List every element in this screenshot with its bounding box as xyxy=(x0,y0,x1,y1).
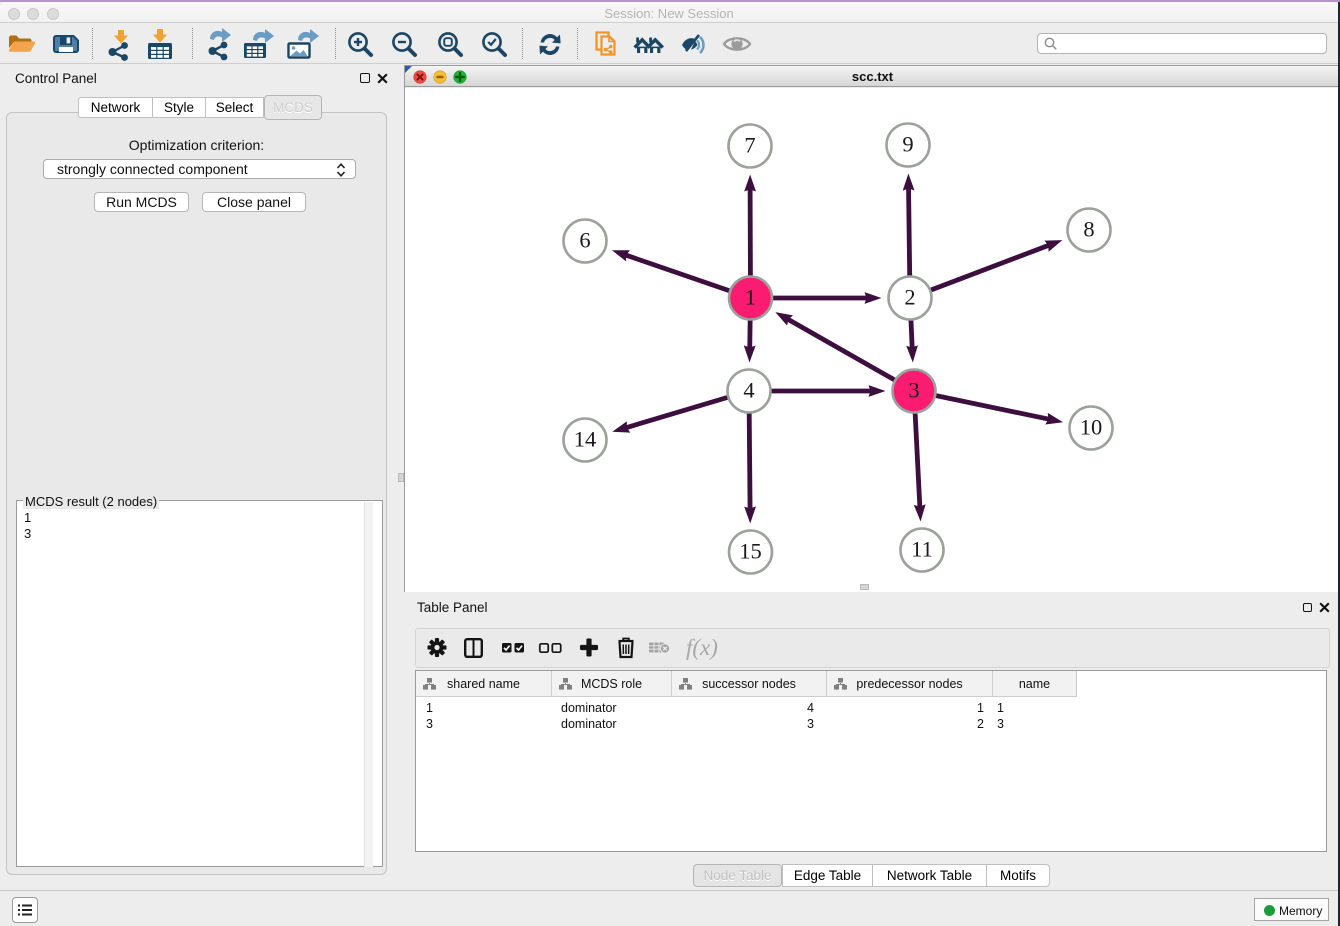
svg-text:11: 11 xyxy=(911,537,933,562)
svg-text:4: 4 xyxy=(743,378,754,403)
svg-text:f(x): f(x) xyxy=(686,635,718,660)
svg-text:7: 7 xyxy=(744,133,755,158)
svg-text:10: 10 xyxy=(1080,415,1103,440)
svg-text:6: 6 xyxy=(579,228,590,253)
svg-text:14: 14 xyxy=(574,427,597,452)
svg-text:2: 2 xyxy=(904,285,915,310)
svg-text:15: 15 xyxy=(739,539,762,564)
svg-text:3: 3 xyxy=(908,378,919,403)
svg-text:9: 9 xyxy=(902,132,913,157)
svg-text:8: 8 xyxy=(1083,217,1094,242)
svg-text:1: 1 xyxy=(745,285,756,310)
